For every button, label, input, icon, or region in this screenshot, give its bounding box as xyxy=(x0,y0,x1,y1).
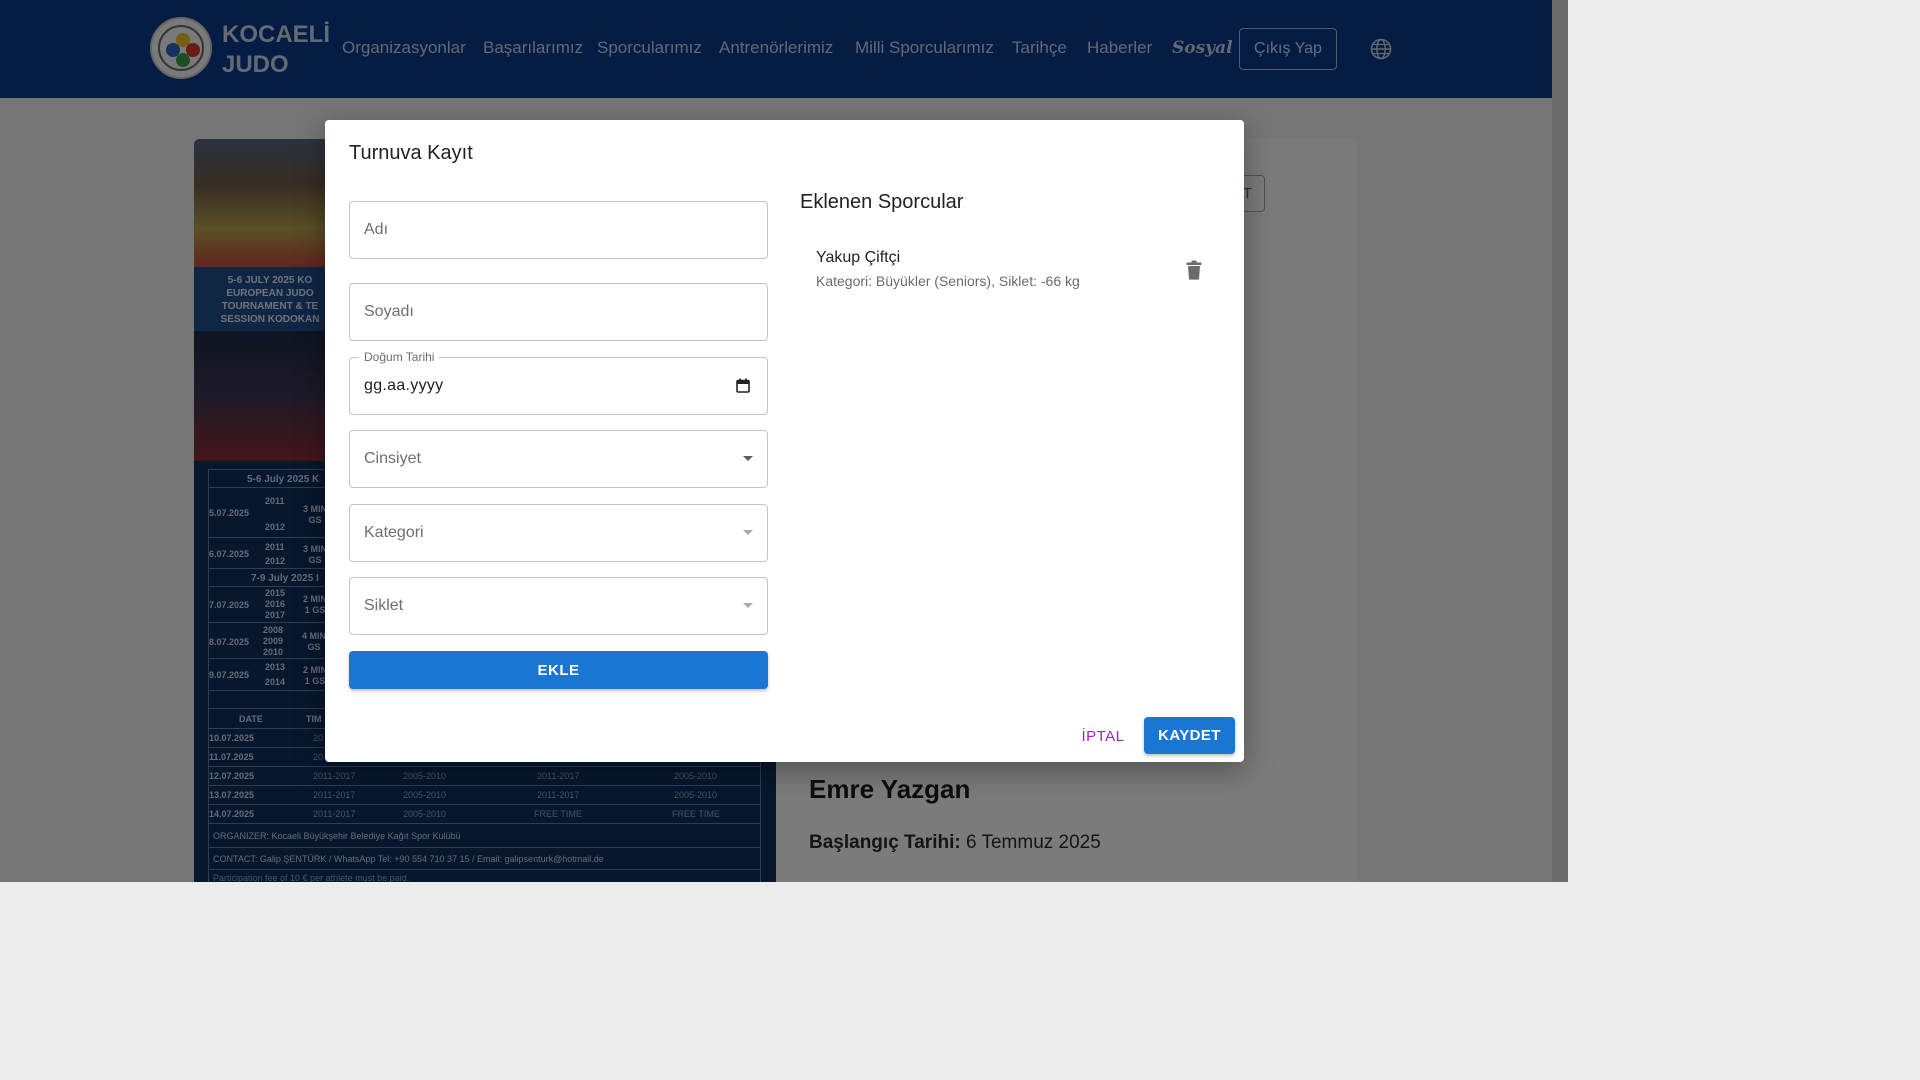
first-name-placeholder: Adı xyxy=(364,221,389,238)
athlete-details: Kategori: Büyükler (Seniors), Siklet: -6… xyxy=(816,273,1080,289)
chevron-down-icon xyxy=(743,603,753,608)
first-name-field[interactable]: Adı xyxy=(349,201,768,259)
last-name-placeholder: Soyadı xyxy=(364,303,414,320)
dialog-title: Turnuva Kayıt xyxy=(349,142,473,164)
add-athlete-button[interactable]: EKLE xyxy=(349,651,768,689)
birth-date-label: Doğum Tarihi xyxy=(359,350,440,364)
athlete-name: Yakup Çiftçi xyxy=(816,249,901,266)
birth-date-field[interactable]: Doğum Tarihi gg.aa.yyyy xyxy=(349,350,768,415)
weight-placeholder: Siklet xyxy=(364,597,404,614)
cancel-button[interactable]: İPTAL xyxy=(1075,722,1131,750)
added-athletes-title: Eklenen Sporcular xyxy=(800,191,964,213)
category-placeholder: Kategori xyxy=(364,524,424,541)
birth-date-value: gg.aa.yyyy xyxy=(364,377,444,394)
save-button[interactable]: KAYDET xyxy=(1144,717,1235,754)
category-select[interactable]: Kategori xyxy=(349,504,768,562)
last-name-field[interactable]: Soyadı xyxy=(349,283,768,341)
chevron-down-icon xyxy=(743,456,753,461)
gender-select[interactable]: Cinsiyet xyxy=(349,430,768,488)
delete-icon[interactable] xyxy=(1186,260,1202,280)
chevron-down-icon xyxy=(743,530,753,535)
tournament-registration-dialog: Turnuva Kayıt Adı Soyadı Doğum Tarihi gg… xyxy=(325,120,1244,762)
gender-placeholder: Cinsiyet xyxy=(364,450,421,467)
weight-select[interactable]: Siklet xyxy=(349,577,768,635)
calendar-icon[interactable] xyxy=(736,378,750,393)
athlete-list-item: Yakup Çiftçi Kategori: Büyükler (Seniors… xyxy=(800,238,1219,300)
